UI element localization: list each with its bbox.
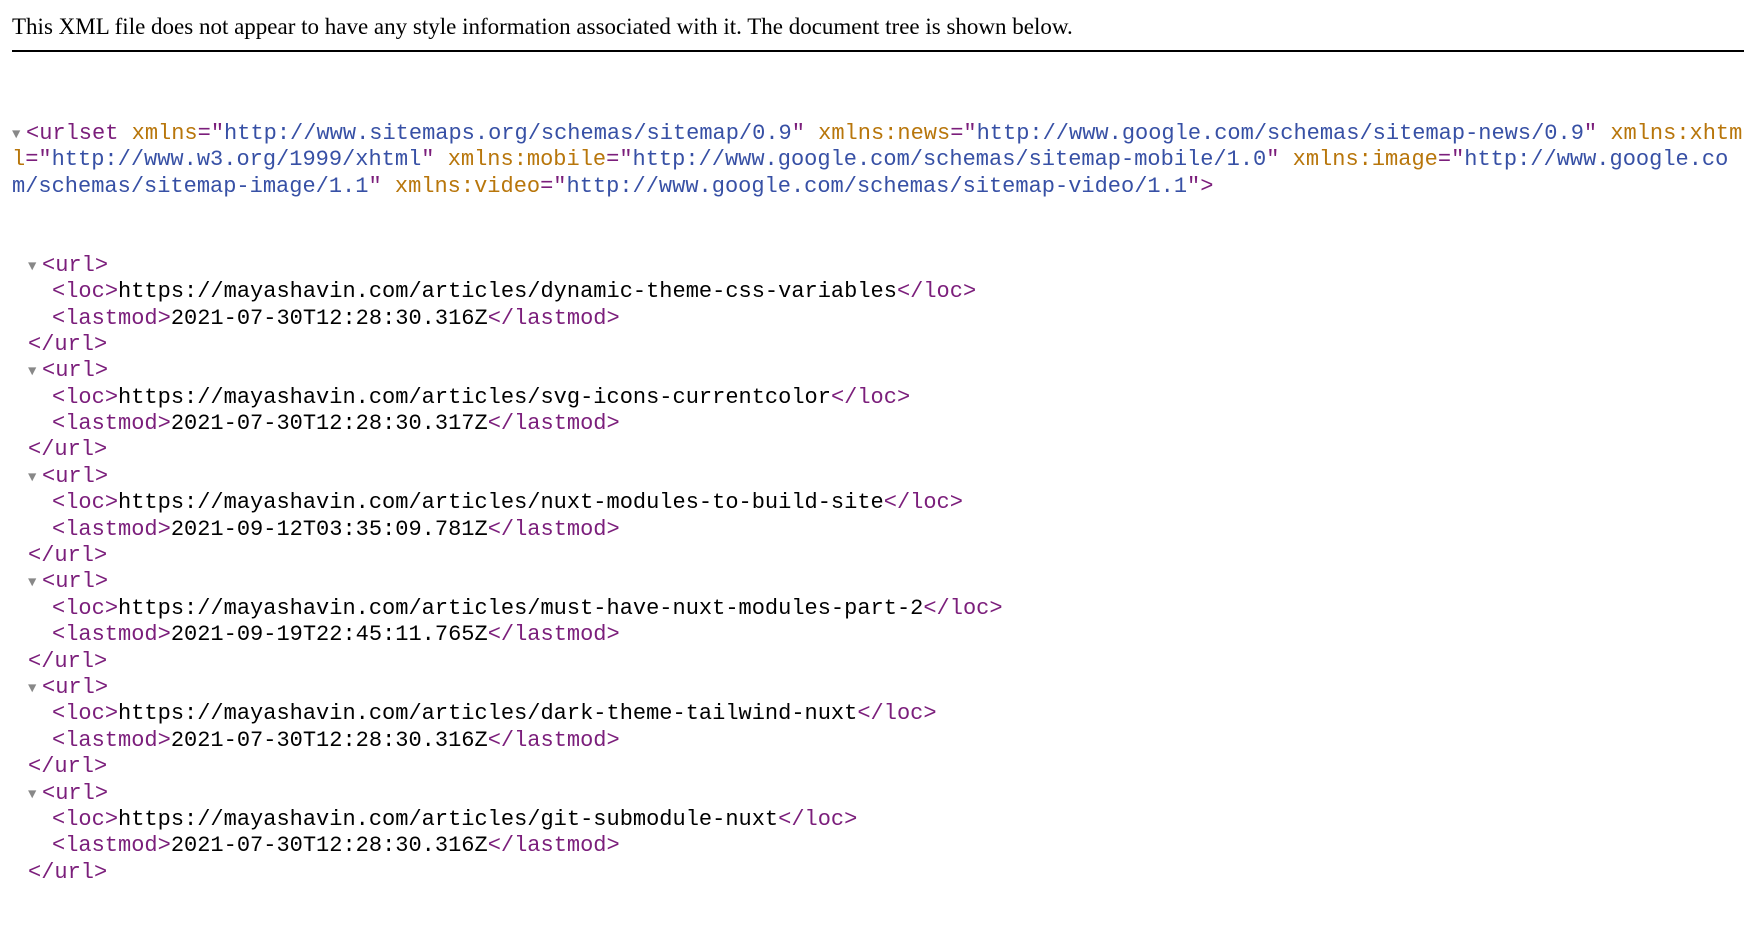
url-close-tag: </url> — [28, 332, 1744, 358]
url-close-tag: </url> — [28, 754, 1744, 780]
lastmod-value: 2021-07-30T12:28:30.317Z — [171, 411, 488, 436]
url-entry: ▼<url><loc>https://mayashavin.com/articl… — [28, 358, 1744, 464]
xml-tree: ▼<urlset xmlns="http://www.sitemaps.org/… — [12, 68, 1744, 913]
loc-value: https://mayashavin.com/articles/dynamic-… — [118, 279, 897, 304]
lastmod-value: 2021-07-30T12:28:30.316Z — [171, 306, 488, 331]
lastmod-value: 2021-09-12T03:35:09.781Z — [171, 517, 488, 542]
url-entry: ▼<url><loc>https://mayashavin.com/articl… — [28, 253, 1744, 359]
lastmod-value: 2021-09-19T22:45:11.765Z — [171, 622, 488, 647]
lastmod-element: <lastmod>2021-07-30T12:28:30.317Z</lastm… — [28, 411, 1744, 437]
collapse-toggle-icon[interactable]: ▼ — [12, 127, 26, 144]
url-open-tag: ▼<url> — [28, 781, 1744, 807]
collapse-toggle-icon[interactable]: ▼ — [28, 470, 42, 487]
loc-element: <loc>https://mayashavin.com/articles/dyn… — [28, 279, 1744, 305]
loc-value: https://mayashavin.com/articles/git-subm… — [118, 807, 778, 832]
url-entry: ▼<url><loc>https://mayashavin.com/articl… — [28, 464, 1744, 570]
url-close-tag: </url> — [28, 543, 1744, 569]
lastmod-element: <lastmod>2021-07-30T12:28:30.316Z</lastm… — [28, 306, 1744, 332]
url-entry: ▼<url><loc>https://mayashavin.com/articl… — [28, 569, 1744, 675]
collapse-toggle-icon[interactable]: ▼ — [28, 575, 42, 592]
url-open-tag: ▼<url> — [28, 569, 1744, 595]
loc-value: https://mayashavin.com/articles/nuxt-mod… — [118, 490, 884, 515]
lastmod-value: 2021-07-30T12:28:30.316Z — [171, 833, 488, 858]
collapse-toggle-icon[interactable]: ▼ — [28, 259, 42, 276]
loc-element: <loc>https://mayashavin.com/articles/svg… — [28, 385, 1744, 411]
loc-value: https://mayashavin.com/articles/must-hav… — [118, 596, 923, 621]
collapse-toggle-icon[interactable]: ▼ — [28, 681, 42, 698]
url-open-tag: ▼<url> — [28, 358, 1744, 384]
loc-element: <loc>https://mayashavin.com/articles/dar… — [28, 701, 1744, 727]
url-entry: ▼<url><loc>https://mayashavin.com/articl… — [28, 781, 1744, 887]
url-open-tag: ▼<url> — [28, 675, 1744, 701]
loc-value: https://mayashavin.com/articles/svg-icon… — [118, 385, 831, 410]
url-open-tag: ▼<url> — [28, 253, 1744, 279]
url-close-tag: </url> — [28, 437, 1744, 463]
lastmod-value: 2021-07-30T12:28:30.316Z — [171, 728, 488, 753]
lastmod-element: <lastmod>2021-09-19T22:45:11.765Z</lastm… — [28, 622, 1744, 648]
lastmod-element: <lastmod>2021-09-12T03:35:09.781Z</lastm… — [28, 517, 1744, 543]
loc-element: <loc>https://mayashavin.com/articles/nux… — [28, 490, 1744, 516]
loc-element: <loc>https://mayashavin.com/articles/git… — [28, 807, 1744, 833]
url-close-tag: </url> — [28, 860, 1744, 886]
lastmod-element: <lastmod>2021-07-30T12:28:30.316Z</lastm… — [28, 728, 1744, 754]
loc-element: <loc>https://mayashavin.com/articles/mus… — [28, 596, 1744, 622]
lastmod-element: <lastmod>2021-07-30T12:28:30.316Z</lastm… — [28, 833, 1744, 859]
loc-value: https://mayashavin.com/articles/dark-the… — [118, 701, 857, 726]
url-close-tag: </url> — [28, 649, 1744, 675]
xml-info-header: This XML file does not appear to have an… — [12, 10, 1744, 52]
collapse-toggle-icon[interactable]: ▼ — [28, 787, 42, 804]
url-open-tag: ▼<url> — [28, 464, 1744, 490]
root-open-tag: ▼<urlset xmlns="http://www.sitemaps.org/… — [12, 121, 1744, 200]
collapse-toggle-icon[interactable]: ▼ — [28, 364, 42, 381]
url-entry: ▼<url><loc>https://mayashavin.com/articl… — [28, 675, 1744, 781]
